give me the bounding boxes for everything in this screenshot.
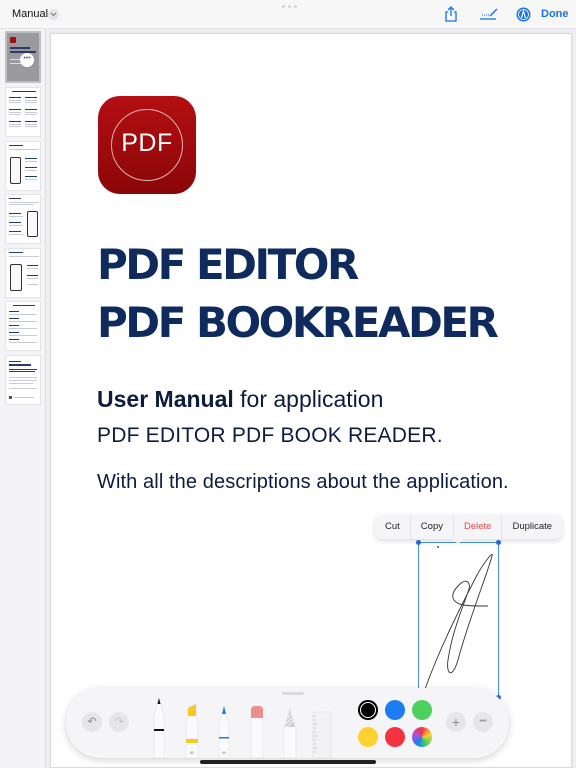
title-menu-button[interactable] <box>48 9 59 20</box>
done-button[interactable]: Done <box>541 8 569 20</box>
ruler-tool[interactable] <box>312 694 332 758</box>
page-thumbnail-6[interactable] <box>5 301 41 351</box>
navigation-bar: Manual Done <box>0 0 576 29</box>
home-indicator[interactable] <box>200 760 376 764</box>
cut-menu-item[interactable]: Cut <box>375 515 411 539</box>
subtitle-rest: for application <box>233 386 384 412</box>
heading-line-1: PDF EDITOR <box>97 240 359 289</box>
add-button[interactable]: + <box>446 712 466 732</box>
highlighter-tool[interactable]: 80 <box>184 694 200 758</box>
multitask-dots[interactable] <box>282 5 297 8</box>
color-swatch-blue[interactable] <box>385 700 405 720</box>
app-logo-text: PDF <box>121 129 173 157</box>
color-swatch-green[interactable] <box>412 700 432 720</box>
color-swatch-red[interactable] <box>385 727 405 747</box>
page-thumbnail-sidebar[interactable]: ••• <box>0 29 46 768</box>
delete-menu-item[interactable]: Delete <box>454 515 503 539</box>
signature-icon[interactable] <box>479 8 499 20</box>
context-menu: Cut Copy Delete Duplicate <box>375 515 563 539</box>
color-swatch-yellow[interactable] <box>358 727 378 747</box>
copy-menu-item[interactable]: Copy <box>411 515 454 539</box>
subtitle: User Manual for application <box>97 386 383 413</box>
undo-icon: ↶ <box>87 716 97 728</box>
marker-size-label: 50 <box>222 750 227 755</box>
plus-icon: + <box>451 714 461 730</box>
share-icon[interactable] <box>444 6 458 22</box>
description: With all the descriptions about the appl… <box>97 471 509 493</box>
page-thumbnail-4[interactable] <box>5 194 41 244</box>
redo-icon: ↷ <box>114 716 124 728</box>
context-menu-arrow <box>452 538 464 544</box>
highlighter-size-label: 80 <box>190 750 195 755</box>
duplicate-menu-item[interactable]: Duplicate <box>502 515 562 539</box>
page-thumbnail-7[interactable] <box>5 355 41 405</box>
marker-tool[interactable]: 50 <box>216 694 232 758</box>
app-logo: PDF <box>98 96 196 194</box>
markup-tool-palette: ↶ ↷ 80 50 + ••• <box>66 688 509 758</box>
thumbnail-more-button[interactable]: ••• <box>20 53 34 67</box>
eraser-tool[interactable] <box>249 694 265 758</box>
undo-button[interactable]: ↶ <box>82 712 102 732</box>
more-options-button[interactable]: ••• <box>473 712 493 732</box>
ellipsis-icon: ••• <box>479 718 487 725</box>
signature-drawing[interactable] <box>418 542 499 702</box>
subtitle-line-2: PDF EDITOR PDF BOOK READER. <box>97 424 443 447</box>
heading-line-2: PDF BOOKREADER <box>97 298 499 347</box>
chevron-down-icon <box>50 12 57 17</box>
page-thumbnail-2[interactable] <box>5 87 41 137</box>
app-window: Manual Done ••• PDF PDF EDITOR PDF BOOKR… <box>0 0 576 768</box>
lasso-tool[interactable] <box>282 694 298 758</box>
subtitle-bold: User Manual <box>97 386 234 412</box>
markup-icon[interactable] <box>516 7 531 22</box>
document-title[interactable]: Manual <box>12 8 48 20</box>
page-thumbnail-5[interactable] <box>5 248 41 298</box>
page-thumbnail-3[interactable] <box>5 141 41 191</box>
color-swatch-black[interactable] <box>358 700 378 720</box>
page-thumbnail-1[interactable]: ••• <box>5 31 41 83</box>
redo-button[interactable]: ↷ <box>109 712 129 732</box>
pen-tool[interactable] <box>151 694 167 758</box>
color-picker-button[interactable] <box>412 727 432 747</box>
